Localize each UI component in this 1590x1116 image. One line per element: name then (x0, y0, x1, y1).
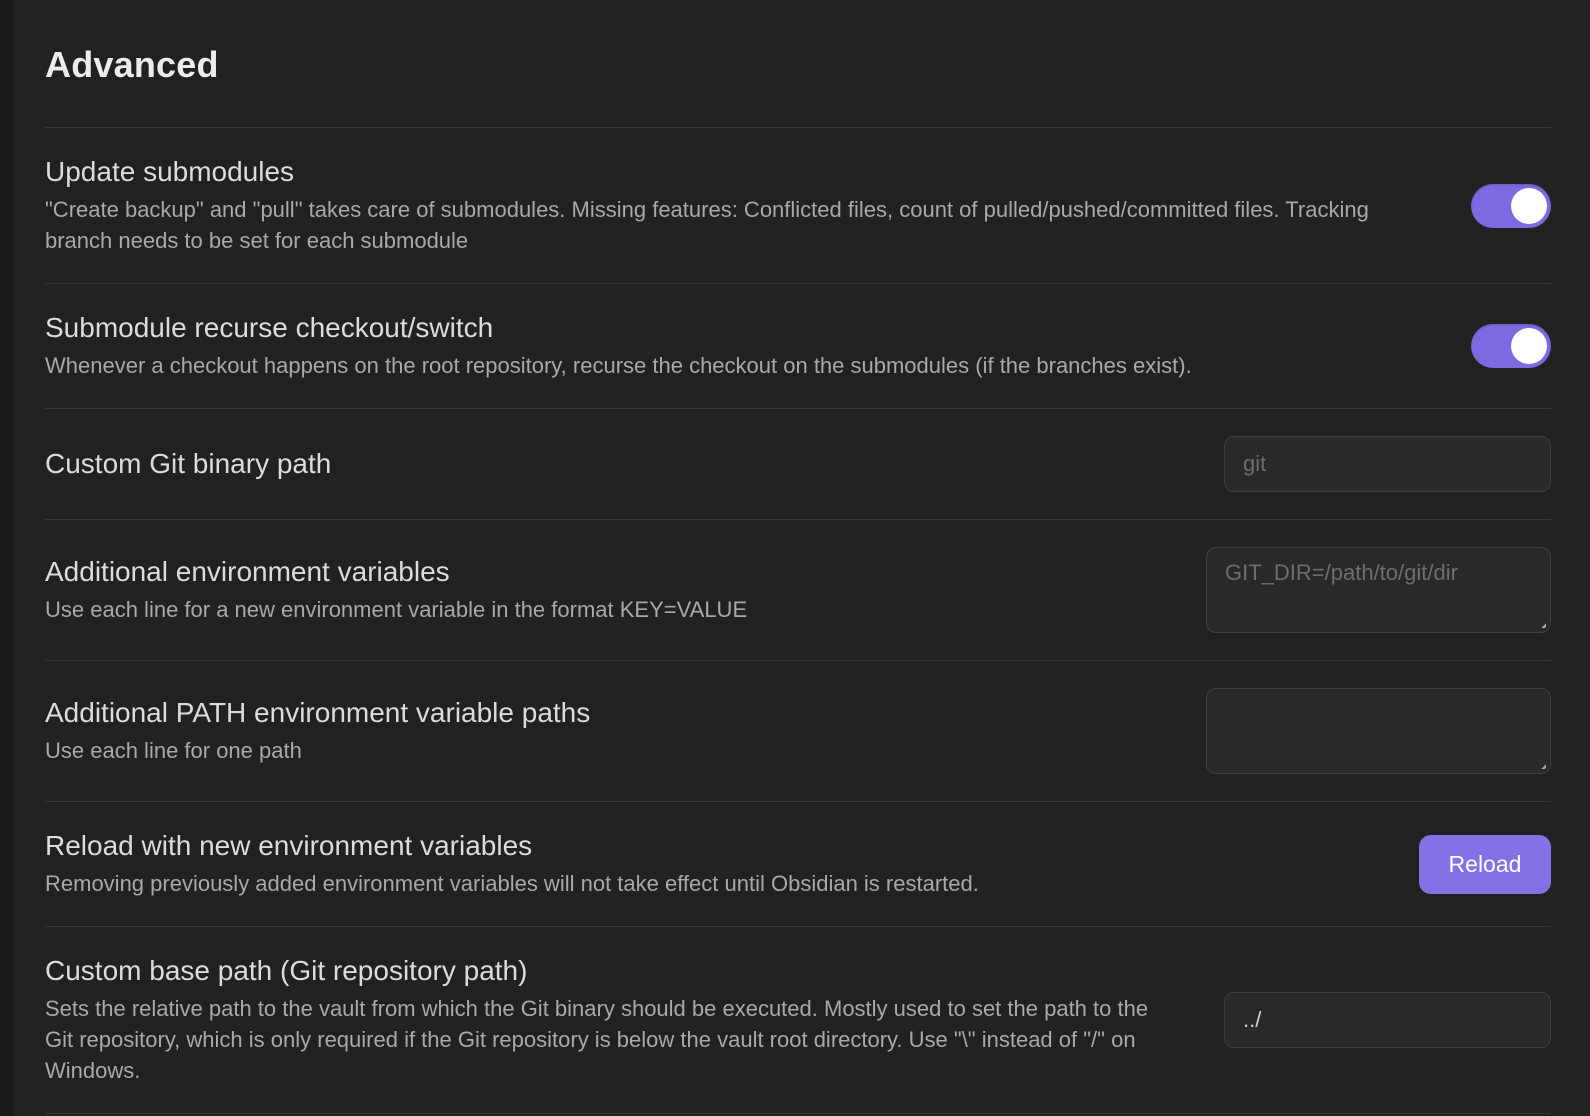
setting-control (1224, 992, 1551, 1048)
git-binary-path-input[interactable] (1224, 436, 1551, 492)
setting-info: Submodule recurse checkout/switch Whenev… (45, 311, 1431, 381)
base-path-input[interactable] (1224, 992, 1551, 1048)
setting-reload-env: Reload with new environment variables Re… (45, 801, 1551, 926)
setting-custom-base-path: Custom base path (Git repository path) S… (45, 926, 1551, 1113)
setting-info: Reload with new environment variables Re… (45, 829, 1379, 899)
setting-name: Submodule recurse checkout/switch (45, 311, 1431, 345)
textarea-container (1206, 547, 1551, 633)
setting-description: Sets the relative path to the vault from… (45, 993, 1163, 1086)
path-env-textarea[interactable] (1206, 688, 1551, 774)
setting-name: Reload with new environment variables (45, 829, 1379, 863)
reload-button[interactable]: Reload (1419, 835, 1551, 894)
toggle-knob (1511, 328, 1547, 364)
update-submodules-toggle[interactable] (1471, 184, 1551, 228)
setting-env-variables: Additional environment variables Use eac… (45, 519, 1551, 660)
section-title: Advanced (45, 0, 1551, 127)
setting-info: Custom Git binary path (45, 447, 1184, 481)
setting-control (1206, 547, 1551, 633)
setting-description: Use each line for one path (45, 735, 1166, 766)
setting-info: Additional environment variables Use eac… (45, 555, 1166, 625)
setting-control (1471, 324, 1551, 368)
submodule-recurse-toggle[interactable] (1471, 324, 1551, 368)
textarea-container (1206, 688, 1551, 774)
setting-name: Update submodules (45, 155, 1431, 189)
setting-info: Custom base path (Git repository path) S… (45, 954, 1184, 1086)
setting-git-binary-path: Custom Git binary path (45, 408, 1551, 519)
setting-name: Additional PATH environment variable pat… (45, 696, 1166, 730)
setting-name: Custom Git binary path (45, 447, 1184, 481)
setting-description: "Create backup" and "pull" takes care of… (45, 194, 1431, 256)
setting-name: Additional environment variables (45, 555, 1166, 589)
toggle-knob (1511, 188, 1547, 224)
setting-control (1471, 184, 1551, 228)
setting-update-submodules: Update submodules "Create backup" and "p… (45, 127, 1551, 283)
setting-control: Reload (1419, 835, 1551, 894)
env-variables-textarea[interactable] (1206, 547, 1551, 633)
setting-path-env-variables: Additional PATH environment variable pat… (45, 660, 1551, 801)
setting-name: Custom base path (Git repository path) (45, 954, 1184, 988)
setting-control (1206, 688, 1551, 774)
setting-description: Use each line for a new environment vari… (45, 594, 1166, 625)
setting-info: Additional PATH environment variable pat… (45, 696, 1166, 766)
setting-submodule-recurse: Submodule recurse checkout/switch Whenev… (45, 283, 1551, 408)
setting-description: Removing previously added environment va… (45, 868, 1379, 899)
setting-control (1224, 436, 1551, 492)
setting-info: Update submodules "Create backup" and "p… (45, 155, 1431, 256)
setting-description: Whenever a checkout happens on the root … (45, 350, 1431, 381)
settings-pane: Advanced Update submodules "Create backu… (0, 0, 1590, 1116)
